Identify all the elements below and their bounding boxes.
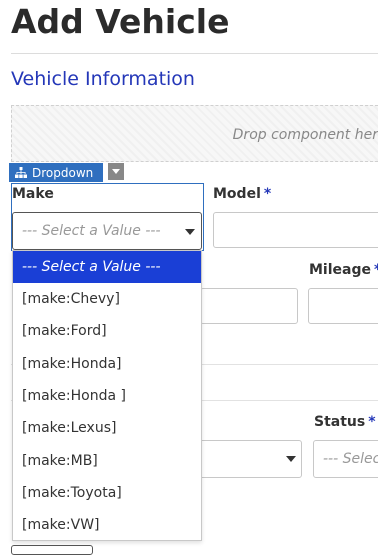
model-label: Model * bbox=[213, 186, 272, 202]
required-marker: * bbox=[368, 414, 376, 430]
page-title: Add Vehicle bbox=[11, 2, 230, 41]
make-option[interactable]: [make:Ford] bbox=[13, 315, 201, 347]
mileage-label: Mileage* bbox=[309, 262, 378, 278]
status-select-value: --- Selec bbox=[323, 451, 378, 467]
make-label: Make bbox=[12, 186, 54, 202]
section-title: Vehicle Information bbox=[11, 68, 195, 90]
mileage-input[interactable] bbox=[308, 288, 378, 324]
make-option[interactable]: [make:VW] bbox=[13, 509, 201, 541]
make-option[interactable]: [make:MB] bbox=[13, 444, 201, 476]
caret-down-icon bbox=[185, 229, 195, 235]
make-option[interactable]: [make:Honda ] bbox=[13, 380, 201, 412]
caret-down-icon bbox=[112, 169, 120, 174]
make-dropdown-list: --- Select a Value --- [make:Chevy] [mak… bbox=[12, 250, 202, 541]
status-label: Status * bbox=[314, 414, 376, 430]
component-tag-label: Dropdown bbox=[32, 165, 94, 180]
required-marker: * bbox=[374, 262, 378, 278]
make-option[interactable]: [make:Toyota] bbox=[13, 477, 201, 509]
make-option[interactable]: [make:Chevy] bbox=[13, 283, 201, 315]
dropzone-text: Drop component her bbox=[232, 127, 378, 143]
component-menu-button[interactable] bbox=[108, 163, 124, 180]
caret-down-icon bbox=[286, 456, 296, 462]
status-select[interactable]: --- Selec bbox=[313, 440, 378, 478]
component-tag-dropdown[interactable]: Dropdown bbox=[9, 163, 103, 182]
make-option[interactable]: [make:Lexus] bbox=[13, 412, 201, 444]
action-button[interactable] bbox=[11, 545, 93, 555]
make-option[interactable]: [make:Honda] bbox=[13, 348, 201, 380]
make-option[interactable]: --- Select a Value --- bbox=[13, 251, 201, 283]
text-input[interactable] bbox=[200, 288, 298, 324]
model-input[interactable] bbox=[213, 212, 378, 248]
make-select[interactable]: --- Select a Value --- bbox=[12, 212, 202, 250]
make-select-value: --- Select a Value --- bbox=[22, 223, 161, 239]
required-marker: * bbox=[263, 186, 272, 202]
sitemap-icon bbox=[15, 167, 27, 178]
title-divider bbox=[11, 53, 378, 54]
